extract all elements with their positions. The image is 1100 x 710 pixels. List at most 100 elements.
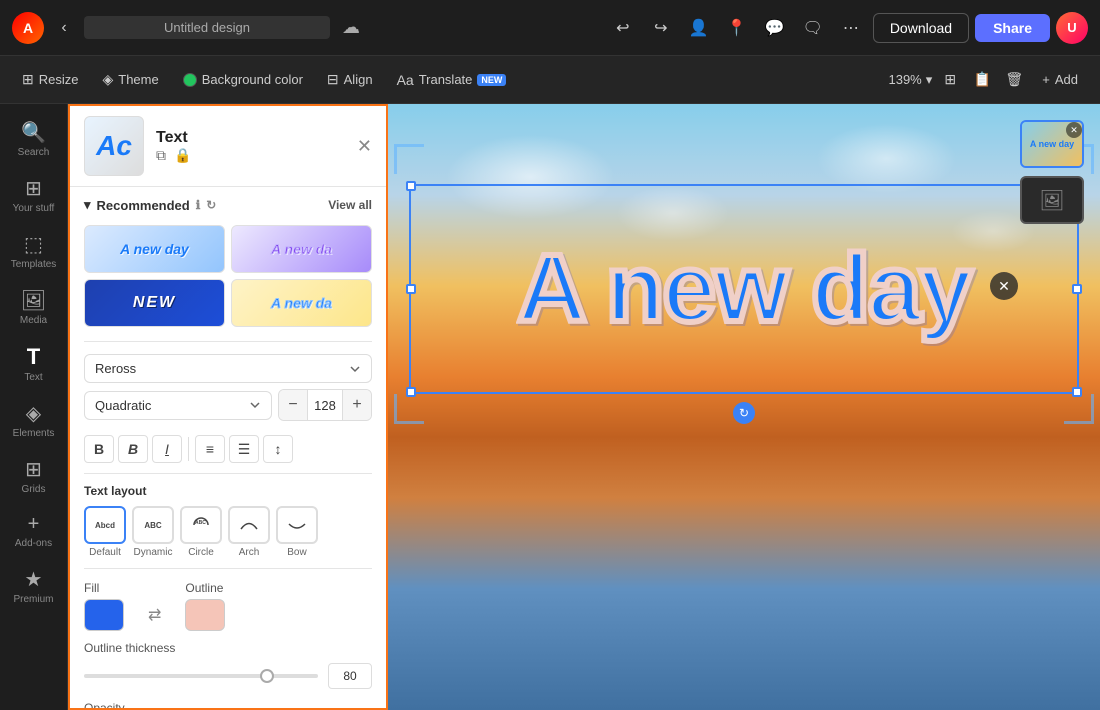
layout-dynamic-label: Dynamic xyxy=(134,547,173,558)
sidebar-item-text[interactable]: T Text xyxy=(4,336,64,391)
text-icon: T xyxy=(27,344,40,370)
document-title[interactable]: Untitled design xyxy=(84,16,330,39)
text-label: Text xyxy=(24,372,42,383)
bold-button[interactable]: B xyxy=(84,435,114,463)
align-button[interactable]: ⊟ Align xyxy=(317,66,383,93)
fill-color-swatch[interactable] xyxy=(84,599,124,631)
sidebar-item-premium[interactable]: ★ Premium xyxy=(4,559,64,613)
style-preview-2[interactable]: A new da xyxy=(231,225,372,273)
style-preview-1[interactable]: A new day xyxy=(84,225,225,273)
add-button[interactable]: + Add xyxy=(1032,67,1088,92)
bg-color-button[interactable]: Background color xyxy=(173,67,313,92)
text-element[interactable]: A new day ↻ xyxy=(409,184,1079,394)
align-left-button[interactable]: ≡ xyxy=(195,435,225,463)
swap-icon[interactable]: ⇄ xyxy=(148,599,161,631)
yourstuff-label: Your stuff xyxy=(13,203,55,214)
layout-circle[interactable]: ABC Circle xyxy=(180,506,222,558)
size-decrease-button[interactable]: − xyxy=(279,390,307,420)
font-family-select[interactable]: Reross xyxy=(84,354,372,383)
panel-header: Ac Text ⧉ 🔒 ✕ xyxy=(70,106,386,187)
style-preview-4[interactable]: A new da xyxy=(231,279,372,327)
back-button[interactable]: ‹ xyxy=(52,16,76,40)
handle-bl[interactable] xyxy=(406,387,416,397)
style-grid: A new day A new da NEW A new da xyxy=(70,219,386,337)
thickness-slider[interactable] xyxy=(84,674,318,678)
copy-icon[interactable]: ⧉ xyxy=(156,147,166,164)
divider-3 xyxy=(84,568,372,569)
layout-circle-icon: ABC xyxy=(180,506,222,544)
resize-button[interactable]: ⊞ Resize xyxy=(12,66,88,93)
panel-close-button[interactable]: ✕ xyxy=(357,136,372,157)
comment-button[interactable]: 💬 xyxy=(759,12,791,44)
bg-color-dot xyxy=(183,73,197,87)
refresh-icon[interactable]: ↻ xyxy=(206,198,216,212)
undo-button[interactable]: ↩ xyxy=(607,12,639,44)
grids-label: Grids xyxy=(22,484,46,495)
cloud-icon: ☁ xyxy=(342,17,360,38)
recommended-header: ▾ Recommended ℹ ↻ View all xyxy=(70,187,386,219)
sidebar-item-addons[interactable]: + Add-ons xyxy=(4,505,64,557)
sidebar-item-elements[interactable]: ◈ Elements xyxy=(4,393,64,447)
addons-icon: + xyxy=(28,513,40,536)
rotate-handle[interactable]: ↻ xyxy=(733,402,755,424)
align-center-button[interactable]: ☰ xyxy=(229,435,259,463)
layout-default-label: Default xyxy=(89,547,121,558)
sidebar-item-media[interactable]: 🖼 Media xyxy=(4,280,64,334)
bold-italic-button[interactable]: B xyxy=(118,435,148,463)
download-button[interactable]: Download xyxy=(873,13,969,43)
panel-icons: ⧉ 🔒 xyxy=(156,147,345,164)
view-all-link[interactable]: View all xyxy=(328,198,372,212)
handle-mr[interactable] xyxy=(1072,284,1082,294)
premium-label: Premium xyxy=(13,594,53,605)
layout-default[interactable]: Abcd Default xyxy=(84,506,126,558)
size-increase-button[interactable]: + xyxy=(343,390,371,420)
share-button[interactable]: Share xyxy=(975,14,1050,42)
zoom-control[interactable]: 139% ▾ xyxy=(888,72,932,88)
bg-color-label: Background color xyxy=(202,72,303,87)
canvas-close-button[interactable]: ✕ xyxy=(990,272,1018,300)
toolbar: ⊞ Resize ◈ Theme Background color ⊟ Alig… xyxy=(0,56,1100,104)
sidebar-item-yourstuff[interactable]: ⊞ Your stuff xyxy=(4,168,64,222)
thumbnail-add[interactable]: 🖼 xyxy=(1020,176,1084,224)
outline-thickness-section: Outline thickness 80 xyxy=(70,635,386,695)
style-text-3: NEW xyxy=(133,294,176,312)
location-button[interactable]: 📍 xyxy=(721,12,753,44)
zoom-level: 139% xyxy=(888,72,921,87)
layout-bow-icon xyxy=(276,506,318,544)
layout-default-icon: Abcd xyxy=(84,506,126,544)
handle-tl[interactable] xyxy=(406,181,416,191)
sidebar-item-grids[interactable]: ⊞ Grids xyxy=(4,449,64,503)
layout-dynamic[interactable]: ABC Dynamic xyxy=(132,506,174,558)
redo-button[interactable]: ↪ xyxy=(645,12,677,44)
outline-color-swatch[interactable] xyxy=(185,599,225,631)
sidebar-item-search[interactable]: 🔍 Search xyxy=(4,112,64,166)
handle-ml[interactable] xyxy=(406,284,416,294)
sidebar-item-templates[interactable]: ⬚ Templates xyxy=(4,224,64,278)
new-badge: NEW xyxy=(477,74,506,86)
notes-button[interactable]: 📋 xyxy=(968,66,996,94)
theme-button[interactable]: ◈ Theme xyxy=(92,66,168,93)
templates-label: Templates xyxy=(11,259,57,270)
grid-view-button[interactable]: ⊞ xyxy=(936,66,964,94)
collapse-icon[interactable]: ▾ xyxy=(84,197,91,213)
translate-button[interactable]: Aa Translate NEW xyxy=(387,67,517,93)
handle-br[interactable] xyxy=(1072,387,1082,397)
canvas-text: A new day xyxy=(517,234,970,344)
thumbnail-close[interactable]: ✕ xyxy=(1066,122,1082,138)
size-input[interactable] xyxy=(307,390,343,420)
opacity-label: Opacity xyxy=(84,701,372,710)
lock-icon[interactable]: 🔒 xyxy=(174,147,191,164)
layout-bow[interactable]: Bow xyxy=(276,506,318,558)
layout-arch[interactable]: Arch xyxy=(228,506,270,558)
collab-button[interactable]: 👤 xyxy=(683,12,715,44)
trash-button[interactable]: 🗑 xyxy=(1000,66,1028,94)
add-label: Add xyxy=(1055,72,1078,87)
italic-button[interactable]: I xyxy=(152,435,182,463)
style-preview-3[interactable]: NEW xyxy=(84,279,225,327)
more-button[interactable]: ⋯ xyxy=(835,12,867,44)
comment2-button[interactable]: 🗨 xyxy=(797,12,829,44)
line-height-button[interactable]: ↕ xyxy=(263,435,293,463)
layout-options: Abcd Default ABC Dynamic ABC xyxy=(84,506,372,558)
font-style-select[interactable]: Quadratic xyxy=(84,391,272,420)
avatar[interactable]: U xyxy=(1056,12,1088,44)
